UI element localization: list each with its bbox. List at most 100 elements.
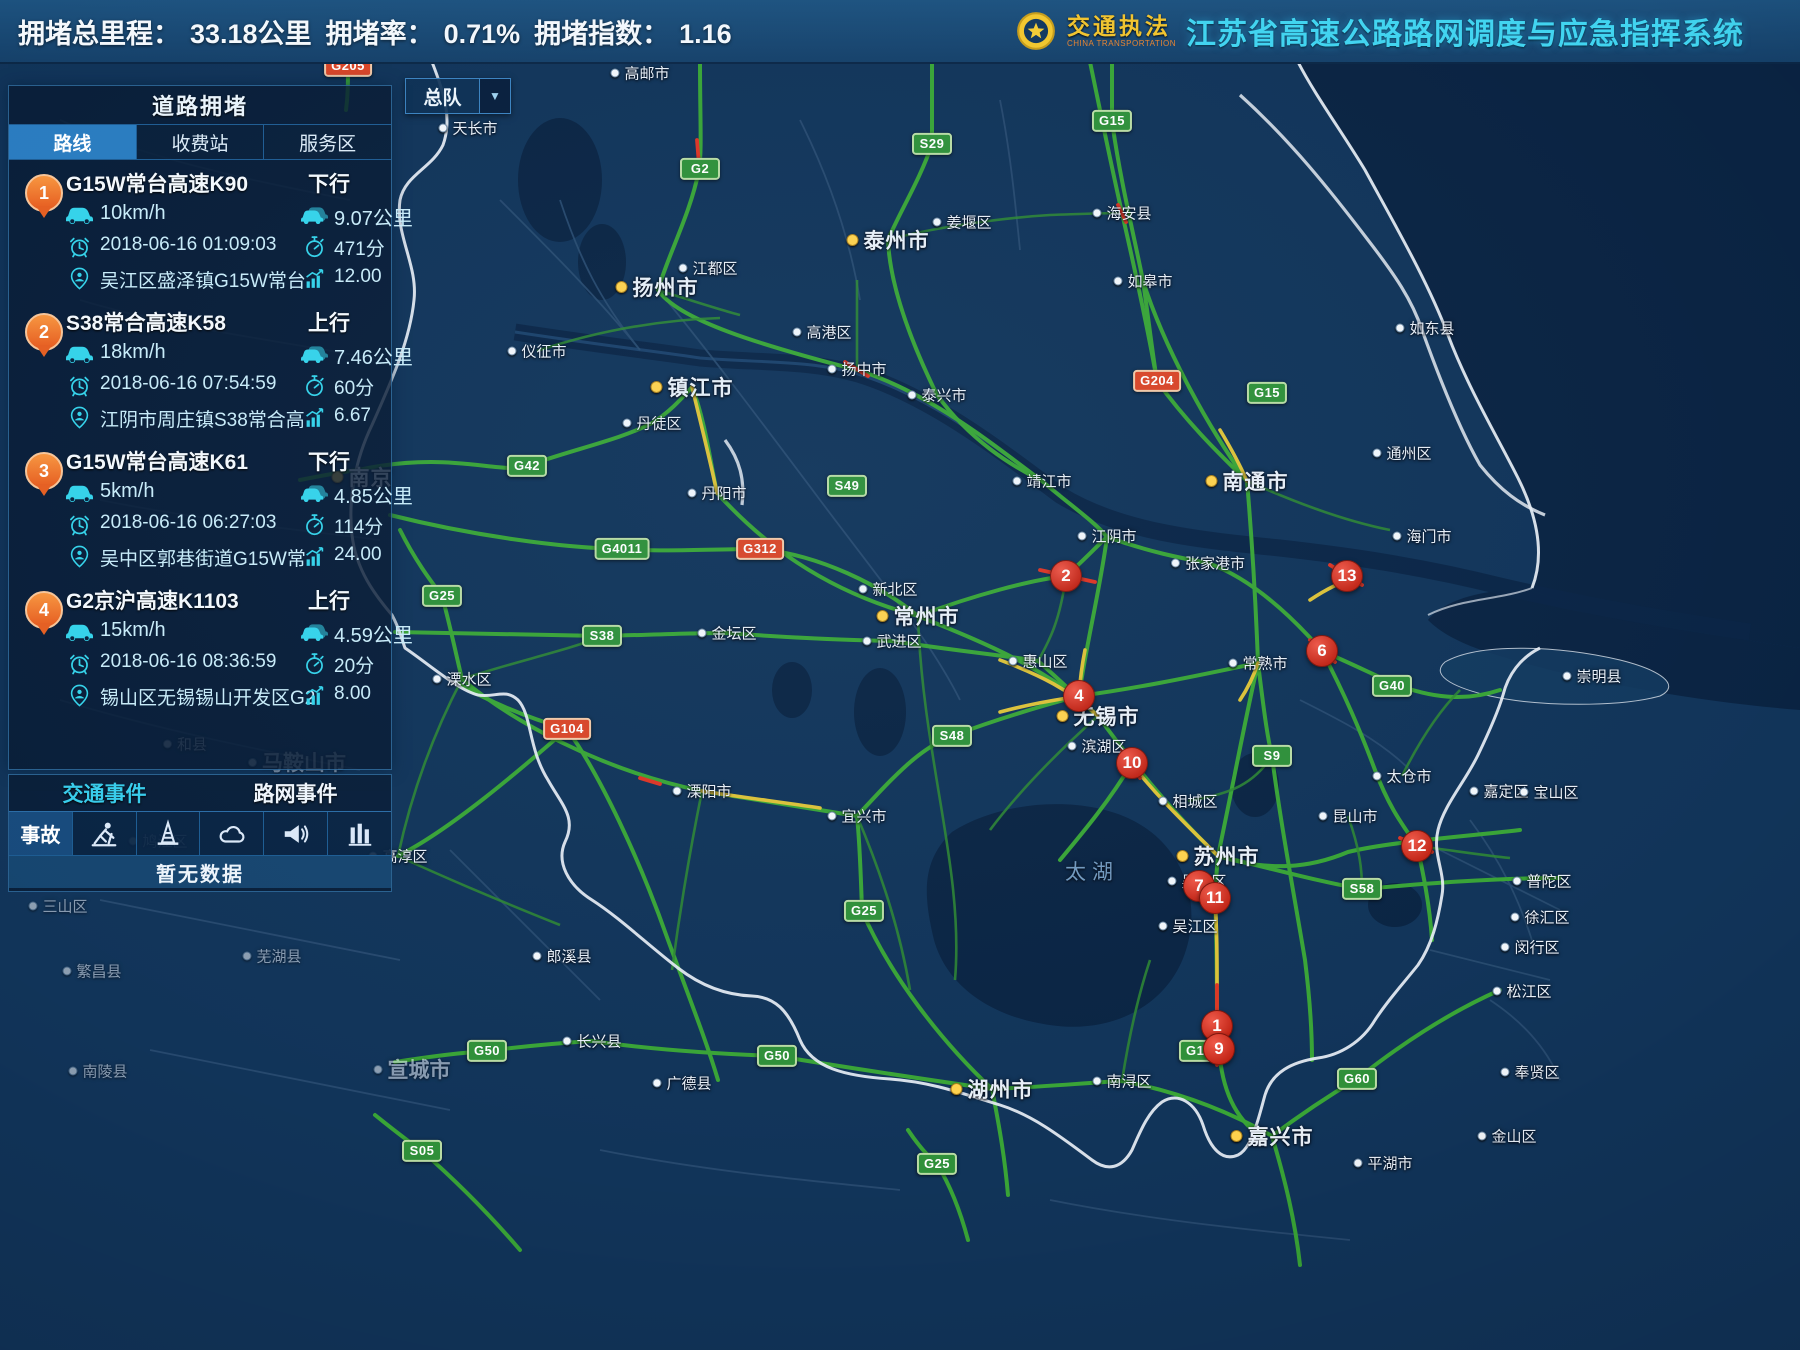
index-value: 6.67 xyxy=(334,405,371,427)
map-city-label: 常熟市 xyxy=(1228,653,1287,674)
road-shield: S05 xyxy=(402,1140,442,1162)
map-city-label: 宜兴市 xyxy=(827,806,886,827)
city-dot xyxy=(1395,324,1404,333)
start-time: 2018-06-16 06:27:03 xyxy=(100,512,276,534)
city-dot xyxy=(622,419,631,428)
incident-marker[interactable]: 10 xyxy=(1116,747,1148,779)
tab-network-events[interactable]: 路网事件 xyxy=(200,775,391,811)
congestion-entry[interactable]: 3 G15W常台高速K61下行 5km/h4.85公里 2018-06-16 0… xyxy=(9,438,391,577)
weather-cloud-icon[interactable] xyxy=(200,812,264,856)
system-title: 江苏省高速公路路网调度与应急指挥系统 xyxy=(1186,9,1744,53)
city-dot xyxy=(28,902,37,911)
city-dot xyxy=(1372,449,1381,458)
start-time: 2018-06-16 01:09:03 xyxy=(100,234,276,256)
map-city-label: 芜湖县 xyxy=(242,946,301,967)
road-shield: S9 xyxy=(1252,745,1292,767)
road-shield: G15 xyxy=(1247,382,1287,404)
duration-value: 60分 xyxy=(334,373,374,400)
city-dot xyxy=(1092,209,1101,218)
city-dot xyxy=(652,1079,661,1088)
map-city-label: 太仓市 xyxy=(1372,766,1431,787)
speed-value: 5km/h xyxy=(100,480,154,503)
map-city-label: 如东县 xyxy=(1395,318,1454,339)
car-icon xyxy=(66,203,93,226)
direction-label: 下行 xyxy=(308,446,350,476)
unit-dropdown[interactable]: 总队 ▼ xyxy=(405,78,511,114)
map-city-label: 姜堰区 xyxy=(932,212,991,233)
congestion-stats: 拥堵总里程：33.18公里 拥堵率：0.71% 拥堵指数：1.16 xyxy=(18,12,732,51)
map-city-label: 金坛区 xyxy=(697,623,756,644)
map-city-label: 相城区 xyxy=(1158,791,1217,812)
congestion-entry[interactable]: 4 G2京沪高速K1103上行 15km/h4.59公里 2018-06-16 … xyxy=(9,577,391,716)
brand: 交通执法 CHINA TRANSPORTATION 江苏省高速公路路网调度与应急… xyxy=(1015,0,1744,62)
city-dot xyxy=(1512,877,1521,886)
congestion-entry[interactable]: 1 G15W常台高速K90下行 10km/h9.07公里 2018-06-16 … xyxy=(9,160,391,299)
tab-routes[interactable]: 路线 xyxy=(9,125,137,159)
tab-traffic-events[interactable]: 交通事件 xyxy=(9,775,200,811)
length-value: 4.85公里 xyxy=(334,480,413,509)
chevron-down-icon[interactable]: ▼ xyxy=(479,79,510,113)
index-value: 12.00 xyxy=(334,266,382,288)
city-dot xyxy=(847,234,859,246)
city-dot xyxy=(1177,850,1189,862)
traffic-dispatch-screen: 高邮市天长市姜堰区海安县泰州市如皋市如东县江都区扬州市仪征市高港区镇江市泰兴市扬… xyxy=(0,0,1800,1350)
incident-marker[interactable]: 4 xyxy=(1063,680,1095,712)
city-dot xyxy=(792,328,801,337)
map-city-label: 高邮市 xyxy=(610,63,669,84)
location-person-icon xyxy=(66,406,93,429)
road-shield: S48 xyxy=(932,725,972,747)
map-city-label: 崇明县 xyxy=(1562,666,1621,687)
queue-length-icon xyxy=(301,620,328,643)
rank-pin-icon: 4 xyxy=(25,591,63,629)
city-dot xyxy=(532,952,541,961)
city-dot xyxy=(68,1067,77,1076)
incident-marker[interactable]: 6 xyxy=(1306,635,1338,667)
incident-marker[interactable]: 9 xyxy=(1203,1033,1235,1065)
city-dot xyxy=(438,124,447,133)
city-dot xyxy=(432,675,441,684)
road-shield: G50 xyxy=(467,1040,507,1062)
congestion-list: 1 G15W常台高速K90下行 10km/h9.07公里 2018-06-16 … xyxy=(9,160,391,716)
filter-accident[interactable]: 事故 xyxy=(9,812,73,856)
incident-marker[interactable]: 13 xyxy=(1331,560,1363,592)
map-city-label: 通州区 xyxy=(1372,443,1431,464)
city-dot xyxy=(610,69,619,78)
stat-value: 0.71% xyxy=(444,19,521,50)
duration-value: 20分 xyxy=(334,651,374,678)
map-city-label: 南浔区 xyxy=(1092,1071,1151,1092)
incident-marker[interactable]: 12 xyxy=(1401,830,1433,862)
incident-marker[interactable]: 11 xyxy=(1199,882,1231,914)
map-city-label: 三山区 xyxy=(28,896,87,917)
stat-label: 拥堵率： xyxy=(326,12,434,51)
city-dot xyxy=(858,585,867,594)
city-dot xyxy=(1077,532,1086,541)
tab-service-areas[interactable]: 服务区 xyxy=(264,125,391,159)
car-icon xyxy=(66,481,93,504)
congestion-entry[interactable]: 2 S38常合高速K58上行 18km/h7.46公里 2018-06-16 0… xyxy=(9,299,391,438)
map-city-label: 长兴县 xyxy=(562,1031,621,1052)
event-tabs: 交通事件 路网事件 xyxy=(9,775,391,812)
agency-name: 交通执法 CHINA TRANSPORTATION xyxy=(1067,15,1176,48)
clock-icon xyxy=(66,652,93,675)
construction-icon[interactable] xyxy=(73,812,137,856)
tab-toll-stations[interactable]: 收费站 xyxy=(137,125,265,159)
map-city-label: 新北区 xyxy=(858,579,917,600)
location-text: 吴中区郭巷街道G15W常 xyxy=(100,544,306,571)
city-dot xyxy=(1008,657,1017,666)
incident-marker[interactable]: 2 xyxy=(1050,560,1082,592)
city-dot xyxy=(1477,1132,1486,1141)
unit-dropdown-value: 总队 xyxy=(406,79,479,113)
duration-value: 114分 xyxy=(334,512,383,539)
road-shield: G312 xyxy=(736,538,784,560)
city-dot xyxy=(687,489,696,498)
horn-icon[interactable] xyxy=(264,812,328,856)
cone-icon[interactable] xyxy=(137,812,201,856)
index-chart-icon xyxy=(301,684,328,707)
location-person-icon xyxy=(66,684,93,707)
city-dot xyxy=(1500,1068,1509,1077)
facility-icon[interactable] xyxy=(328,812,391,856)
city-dot xyxy=(951,1083,963,1095)
rank-pin-icon: 2 xyxy=(25,313,63,351)
stopwatch-icon xyxy=(301,374,328,397)
city-dot xyxy=(907,391,916,400)
